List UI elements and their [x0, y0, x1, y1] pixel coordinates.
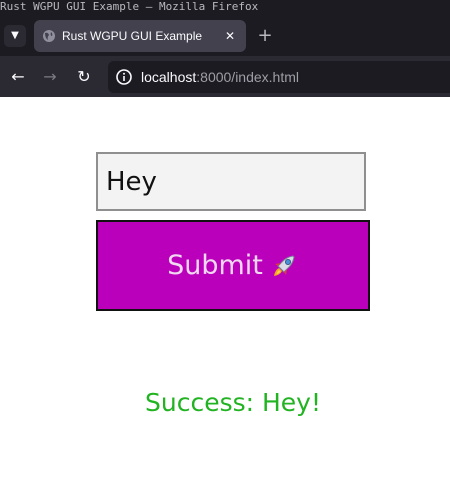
window-title-bar: Rust WGPU GUI Example — Mozilla Firefox: [0, 0, 450, 16]
submit-label: Submit: [167, 250, 263, 281]
tab-active[interactable]: Rust WGPU GUI Example ✕: [34, 20, 246, 52]
reload-button[interactable]: ↻: [72, 65, 96, 89]
plus-icon: +: [257, 25, 273, 46]
url-host: localhost: [141, 69, 197, 85]
forward-button[interactable]: →: [38, 65, 62, 89]
chevron-down-icon: ▼: [11, 30, 19, 41]
back-arrow-icon: ←: [11, 67, 25, 86]
window-title: Rust WGPU GUI Example — Mozilla Firefox: [0, 0, 259, 13]
list-all-tabs-button[interactable]: ▼: [4, 25, 26, 47]
submit-button[interactable]: Submit: [96, 220, 370, 311]
site-info-icon[interactable]: [116, 69, 132, 85]
status-message: Success: Hey!: [144, 388, 321, 417]
forward-arrow-icon: →: [43, 67, 57, 86]
reload-icon: ↻: [77, 67, 91, 86]
tab-strip: ▼ Rust WGPU GUI Example ✕ +: [0, 16, 450, 56]
page-content: Submit Success: Hey!: [0, 97, 450, 479]
globe-icon: [43, 30, 55, 42]
url-text: localhost:8000/index.html: [141, 61, 299, 93]
url-path: :8000/index.html: [196, 69, 299, 85]
url-bar[interactable]: localhost:8000/index.html: [108, 61, 450, 93]
close-tab-icon[interactable]: ✕: [222, 28, 238, 44]
back-button[interactable]: ←: [6, 65, 30, 89]
rocket-icon: [273, 254, 295, 276]
text-input[interactable]: [96, 152, 366, 211]
new-tab-button[interactable]: +: [254, 25, 276, 47]
navigation-toolbar: ← → ↻ localhost:8000/index.html: [0, 56, 450, 97]
tab-title: Rust WGPU GUI Example: [62, 29, 203, 43]
